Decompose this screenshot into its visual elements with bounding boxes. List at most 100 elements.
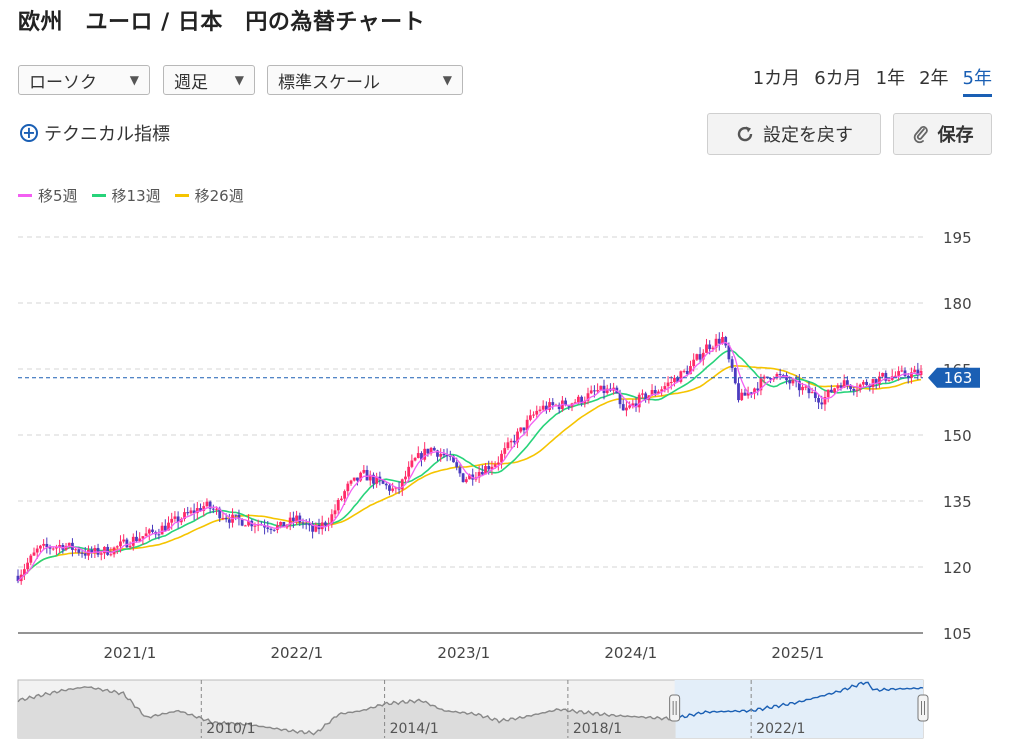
- candle: [765, 376, 769, 379]
- candle: [634, 397, 638, 412]
- candle: [781, 373, 785, 378]
- candle: [535, 405, 539, 419]
- candle: [878, 371, 881, 389]
- candle: [650, 384, 654, 397]
- candle: [218, 506, 222, 522]
- candle: [461, 472, 465, 483]
- candle: [400, 478, 404, 496]
- candle: [769, 377, 772, 384]
- candle: [163, 519, 167, 532]
- candle: [890, 369, 894, 382]
- tab-period-5y[interactable]: 5年: [962, 64, 992, 97]
- candle: [628, 401, 632, 410]
- tab-period-1y[interactable]: 1年: [876, 64, 905, 97]
- candle: [19, 569, 23, 585]
- candle: [445, 448, 449, 462]
- candle: [903, 367, 907, 378]
- candle: [384, 482, 388, 490]
- technical-indicator-link[interactable]: + テクニカル指標: [20, 120, 170, 146]
- refresh-icon: [737, 126, 753, 142]
- candle: [807, 381, 811, 399]
- candle: [538, 406, 542, 413]
- candle: [733, 367, 737, 385]
- candle: [346, 481, 350, 496]
- candle: [842, 374, 846, 389]
- candle: [452, 455, 455, 463]
- candle: [327, 517, 331, 532]
- navigator-line-selected: [673, 681, 924, 721]
- candle: [663, 382, 667, 393]
- candle: [737, 377, 740, 403]
- candle: [458, 464, 462, 477]
- save-button[interactable]: 保存: [893, 113, 992, 155]
- navigator-label: 2022/1: [756, 721, 805, 737]
- candle: [669, 376, 673, 390]
- candle: [112, 546, 116, 558]
- y-tick-label: 105: [943, 625, 972, 643]
- candle: [881, 372, 885, 379]
- candle: [442, 449, 446, 458]
- candle: [455, 457, 459, 471]
- candle: [407, 461, 411, 482]
- candle: [506, 437, 510, 451]
- candle: [701, 349, 705, 366]
- navigator-handle-right[interactable]: [917, 694, 929, 722]
- candle: [682, 369, 686, 374]
- chart-type-dropdown[interactable]: ローソク ▼: [18, 65, 150, 95]
- candle: [298, 512, 302, 527]
- candle: [743, 389, 747, 396]
- tab-period-6m[interactable]: 6カ月: [814, 64, 861, 97]
- candle: [106, 544, 110, 556]
- candle: [90, 546, 94, 558]
- candle: [23, 563, 26, 580]
- candle: [87, 545, 90, 561]
- candle: [135, 530, 138, 543]
- candle: [468, 473, 471, 480]
- navigator-selection[interactable]: [674, 680, 923, 738]
- candle: [567, 405, 571, 410]
- candle: [122, 534, 126, 544]
- chevron-down-icon: ▼: [234, 73, 244, 87]
- candle: [448, 450, 452, 461]
- candle: [199, 503, 202, 512]
- scale-dropdown[interactable]: 標準スケール ▼: [267, 65, 463, 95]
- tab-period-1m[interactable]: 1カ月: [753, 64, 800, 97]
- navigator-area: [18, 686, 676, 738]
- candle: [583, 396, 587, 408]
- candle: [77, 546, 81, 556]
- tab-period-2y[interactable]: 2年: [919, 64, 948, 97]
- candle: [823, 390, 827, 411]
- candle: [96, 543, 100, 558]
- candle: [487, 460, 491, 475]
- candle: [362, 465, 366, 475]
- candle: [16, 569, 20, 584]
- candle: [544, 401, 548, 414]
- candle: [762, 374, 766, 384]
- candle: [503, 442, 507, 460]
- candle: [490, 460, 494, 476]
- legend-label: 移13週: [111, 187, 161, 205]
- y-tick-label: 135: [943, 493, 972, 511]
- x-tick-label: 2021/1: [103, 644, 156, 662]
- candle: [775, 372, 779, 380]
- candle: [247, 514, 250, 527]
- candle: [829, 384, 833, 393]
- reset-settings-button[interactable]: 設定を戻す: [707, 113, 881, 155]
- x-tick-label: 2023/1: [437, 644, 490, 662]
- y-tick-label: 165: [943, 361, 972, 379]
- navigator-handle-left[interactable]: [669, 694, 681, 722]
- candle: [849, 384, 852, 392]
- candle: [653, 385, 657, 397]
- candle: [801, 382, 804, 395]
- legend-label: 移26週: [194, 187, 244, 205]
- candle: [250, 519, 254, 532]
- candle: [103, 546, 106, 560]
- candle: [689, 360, 692, 375]
- x-tick-label: 2022/1: [270, 644, 323, 662]
- candle: [125, 537, 129, 548]
- interval-dropdown[interactable]: 週足 ▼: [163, 65, 255, 95]
- candle: [243, 524, 247, 527]
- candle: [913, 365, 917, 373]
- candle: [679, 370, 683, 384]
- period-tabs: 1カ月 6カ月 1年 2年 5年: [753, 64, 992, 97]
